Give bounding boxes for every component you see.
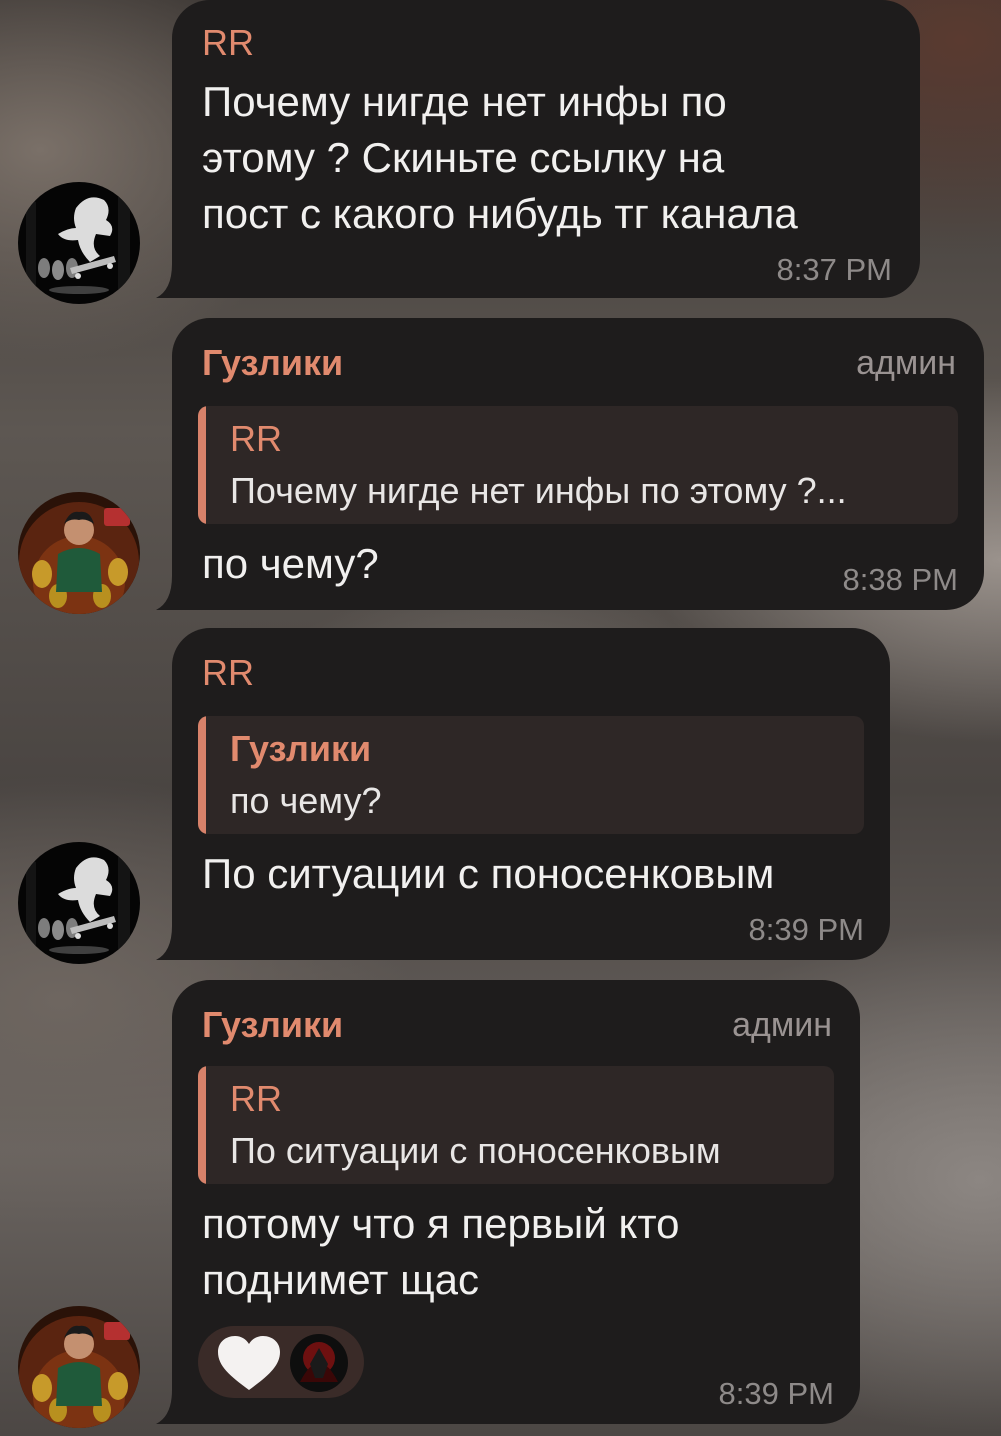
message-time: 8:38 PM	[842, 562, 958, 597]
sender-avatar[interactable]	[18, 182, 140, 304]
message-text: по чему?	[202, 540, 379, 587]
bubble-tail	[156, 576, 190, 610]
reply-preview[interactable]: Гузлики по чему?	[198, 716, 864, 834]
reactor-avatar[interactable]	[290, 1334, 348, 1392]
sender-avatar[interactable]	[18, 492, 140, 614]
reply-text: по чему?	[230, 780, 382, 821]
sender-avatar[interactable]	[18, 1306, 140, 1428]
sender-name[interactable]: Гузлики	[202, 1004, 343, 1046]
sender-name[interactable]: RR	[202, 652, 254, 694]
reply-sender: RR	[230, 418, 282, 459]
bubble-tail	[156, 264, 190, 298]
message-bubble[interactable]: Гузлики админ RR По ситуации с поносенко…	[172, 980, 860, 1424]
reply-sender: RR	[230, 1078, 282, 1119]
skater-avatar-icon	[18, 182, 140, 304]
message-text: По ситуации с поносенковым	[202, 850, 775, 897]
message-text: Почему нигде нет инфы по этому ? Скиньте…	[202, 78, 798, 237]
message-bubble[interactable]: Гузлики админ RR Почему нигде нет инфы п…	[172, 318, 984, 610]
reactor-avatar-icon	[290, 1334, 348, 1392]
admin-badge: админ	[732, 1006, 832, 1044]
sender-name[interactable]: Гузлики	[202, 342, 343, 384]
bubble-tail	[156, 1390, 190, 1424]
reply-text: Почему нигде нет инфы по этому ?...	[230, 470, 847, 511]
message-time: 8:37 PM	[776, 252, 892, 287]
message-time: 8:39 PM	[718, 1376, 834, 1411]
message-bubble[interactable]: RR Гузлики по чему? По ситуации с поносе…	[172, 628, 890, 960]
sender-avatar[interactable]	[18, 842, 140, 964]
heart-icon[interactable]	[216, 1334, 282, 1392]
reply-preview[interactable]: RR Почему нигде нет инфы по этому ?...	[198, 406, 958, 524]
sender-name[interactable]: RR	[202, 22, 254, 64]
character-avatar-icon	[18, 492, 140, 614]
skater-avatar-icon	[18, 842, 140, 964]
bubble-tail	[156, 926, 190, 960]
message-time: 8:39 PM	[748, 912, 864, 947]
reply-preview[interactable]: RR По ситуации с поносенковым	[198, 1066, 834, 1184]
message-text: потому что я первый кто поднимет щас	[202, 1200, 680, 1303]
character-avatar-icon	[18, 1306, 140, 1428]
reply-sender: Гузлики	[230, 728, 372, 769]
reply-text: По ситуации с поносенковым	[230, 1130, 721, 1171]
reactions-bar[interactable]	[198, 1326, 364, 1398]
message-bubble[interactable]: RR Почему нигде нет инфы по этому ? Скин…	[172, 0, 920, 298]
admin-badge: админ	[856, 344, 956, 382]
